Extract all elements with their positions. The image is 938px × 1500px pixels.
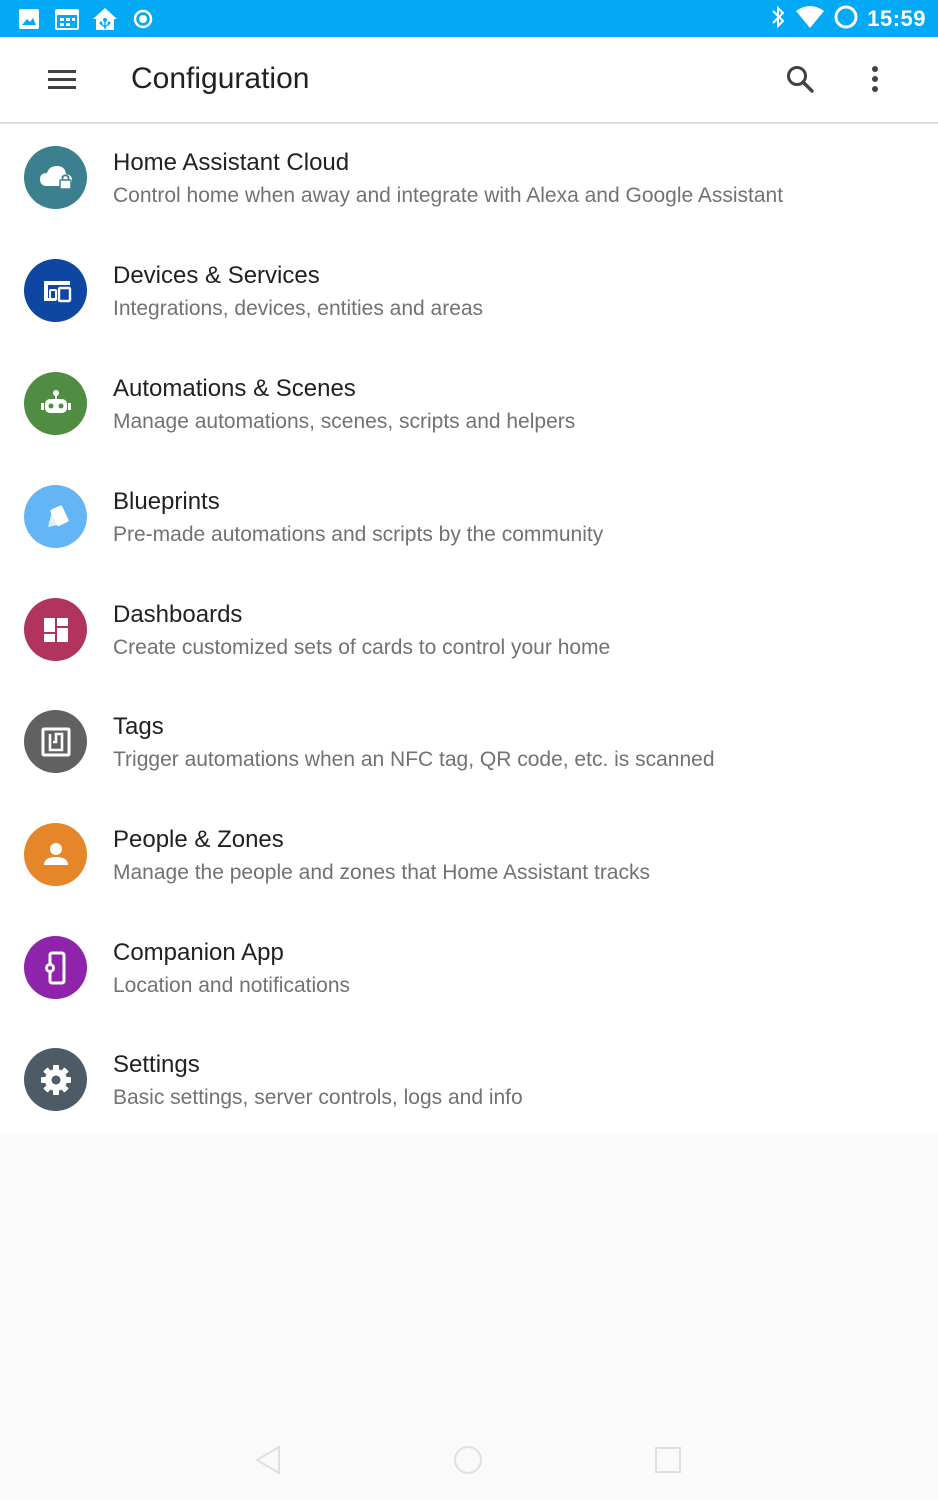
list-item-people-zones[interactable]: People & Zones Manage the people and zon… bbox=[0, 801, 938, 913]
home-button[interactable] bbox=[448, 1442, 488, 1482]
item-subtitle: Create customized sets of cards to contr… bbox=[113, 636, 611, 659]
list-item-companion-app[interactable]: Companion App Location and notifications bbox=[0, 914, 938, 1026]
search-button[interactable] bbox=[778, 59, 822, 103]
item-title: Home Assistant Cloud bbox=[113, 149, 350, 176]
list-item-devices-services[interactable]: Devices & Services Integrations, devices… bbox=[0, 237, 938, 349]
navigation-bar bbox=[0, 1420, 938, 1500]
palette-swatch-icon bbox=[24, 485, 87, 548]
status-left-icons bbox=[16, 7, 156, 31]
image-icon bbox=[16, 7, 42, 31]
item-subtitle: Manage automations, scenes, scripts and … bbox=[113, 410, 576, 433]
item-subtitle: Manage the people and zones that Home As… bbox=[113, 861, 650, 884]
account-icon bbox=[24, 823, 87, 886]
list-item-blueprints[interactable]: Blueprints Pre-made automations and scri… bbox=[0, 463, 938, 575]
more-vert-icon bbox=[871, 65, 879, 98]
status-time: 15:59 bbox=[867, 6, 926, 31]
item-subtitle: Location and notifications bbox=[113, 974, 350, 997]
list-item-dashboards[interactable]: Dashboards Create customized sets of car… bbox=[0, 576, 938, 688]
item-title: Blueprints bbox=[113, 488, 220, 515]
status-right-icons: 15:59 bbox=[769, 5, 926, 33]
item-title: Dashboards bbox=[113, 601, 243, 628]
bluetooth-icon bbox=[769, 4, 787, 35]
cellphone-cog-icon bbox=[24, 936, 87, 999]
back-button[interactable] bbox=[248, 1442, 288, 1482]
cloud-lock-icon bbox=[24, 146, 87, 209]
battery-ring-icon bbox=[833, 4, 859, 35]
item-subtitle: Trigger automations when an NFC tag, QR … bbox=[113, 748, 715, 771]
item-subtitle: Pre-made automations and scripts by the … bbox=[113, 523, 604, 546]
item-title: Devices & Services bbox=[113, 262, 320, 289]
item-subtitle: Integrations, devices, entities and area… bbox=[113, 297, 484, 320]
list-item-settings[interactable]: Settings Basic settings, server controls… bbox=[0, 1026, 938, 1138]
radio-button-icon bbox=[130, 7, 156, 31]
wifi-icon bbox=[795, 5, 825, 34]
item-title: Companion App bbox=[113, 939, 284, 966]
item-title: People & Zones bbox=[113, 826, 284, 853]
recents-button[interactable] bbox=[648, 1442, 688, 1482]
list-item-home-assistant-cloud[interactable]: Home Assistant Cloud Control home when a… bbox=[0, 124, 938, 236]
home-circle-icon bbox=[452, 1444, 484, 1481]
configuration-list: Home Assistant Cloud Control home when a… bbox=[0, 124, 938, 1134]
list-item-tags[interactable]: Tags Trigger automations when an NFC tag… bbox=[0, 688, 938, 800]
item-subtitle: Control home when away and integrate wit… bbox=[113, 184, 784, 207]
dashboard-icon bbox=[24, 598, 87, 661]
nfc-icon bbox=[24, 710, 87, 773]
back-icon bbox=[253, 1444, 283, 1481]
page-title: Configuration bbox=[131, 62, 310, 95]
calendar-icon bbox=[54, 7, 80, 31]
menu-button[interactable] bbox=[40, 61, 84, 101]
devices-icon bbox=[24, 259, 87, 322]
list-item-automations-scenes[interactable]: Automations & Scenes Manage automations,… bbox=[0, 350, 938, 462]
recents-icon bbox=[653, 1445, 683, 1480]
app-bar: Configuration bbox=[0, 37, 938, 124]
item-title: Tags bbox=[113, 713, 164, 740]
search-icon bbox=[785, 64, 815, 99]
item-subtitle: Basic settings, server controls, logs an… bbox=[113, 1086, 523, 1109]
item-title: Automations & Scenes bbox=[113, 375, 356, 402]
status-bar: 15:59 bbox=[0, 0, 938, 37]
more-options-button[interactable] bbox=[853, 59, 897, 103]
item-title: Settings bbox=[113, 1051, 200, 1078]
menu-icon bbox=[47, 68, 77, 95]
cog-icon bbox=[24, 1048, 87, 1111]
robot-icon bbox=[24, 372, 87, 435]
home-assistant-icon bbox=[92, 7, 118, 31]
